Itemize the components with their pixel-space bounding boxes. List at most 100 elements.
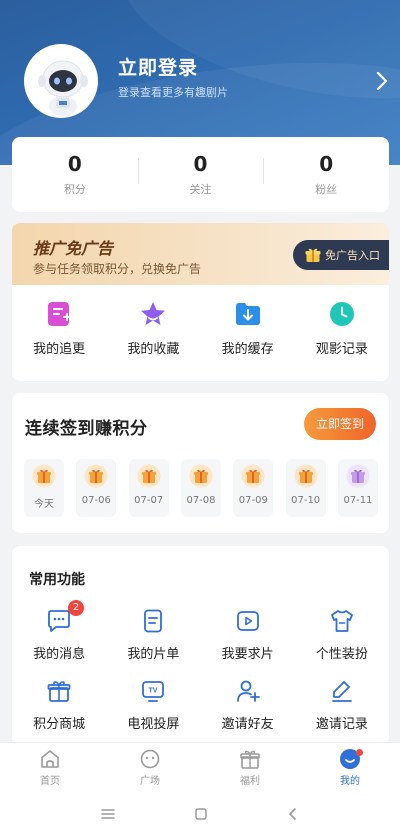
features-card: 常用功能 2 我的消息 我的片单 我要求片 个性装扮 积分商城 TV 电视投屏 … bbox=[12, 546, 389, 746]
stat-points[interactable]: 0 积分 bbox=[12, 152, 138, 197]
quick-label: 我的缓存 bbox=[221, 342, 274, 357]
stat-label: 粉丝 bbox=[315, 183, 338, 196]
feature-playlist[interactable]: 我的片单 bbox=[106, 608, 200, 662]
system-nav-bar bbox=[0, 792, 400, 835]
feature-invite-friends[interactable]: 邀请好友 bbox=[201, 678, 295, 732]
quick-label: 我的收藏 bbox=[127, 342, 180, 357]
feature-label: 我的消息 bbox=[33, 647, 86, 662]
signin-days: 今天 07-06 07-07 07-08 07-09 07-10 07-11 bbox=[24, 459, 378, 517]
tab-home[interactable]: 首页 bbox=[0, 743, 100, 792]
signin-day-label: 07-11 bbox=[343, 495, 373, 506]
quick-watch-history[interactable]: 观影记录 bbox=[295, 299, 389, 357]
gift-box-icon bbox=[47, 681, 71, 702]
tab-label: 福利 bbox=[240, 776, 260, 787]
home-icon bbox=[41, 750, 59, 768]
stat-fans[interactable]: 0 粉丝 bbox=[263, 152, 389, 197]
big-gift-icon bbox=[346, 464, 370, 488]
signin-day: 07-08 bbox=[180, 459, 221, 517]
signin-day: 07-10 bbox=[285, 459, 326, 517]
signin-day-label: 07-08 bbox=[186, 495, 216, 506]
quick-favorites[interactable]: 我的收藏 bbox=[106, 299, 200, 357]
edit-record-icon bbox=[331, 681, 352, 702]
quick-label: 观影记录 bbox=[315, 342, 368, 357]
playlist-icon bbox=[144, 609, 163, 633]
signin-title: 连续签到赚积分 bbox=[25, 419, 148, 439]
promo-title: 推广免广告 bbox=[33, 239, 114, 258]
signin-day-label: 今天 bbox=[34, 499, 54, 510]
follow-updates-icon bbox=[48, 302, 72, 326]
login-subtitle: 登录查看更多有趣剧片 bbox=[118, 86, 228, 99]
signin-day-label: 07-10 bbox=[291, 495, 321, 506]
tab-profile[interactable]: 我的 bbox=[300, 743, 400, 792]
request-video-icon bbox=[236, 611, 259, 631]
signin-day: 今天 bbox=[24, 459, 64, 517]
gift-icon bbox=[240, 750, 260, 769]
stat-label: 关注 bbox=[189, 183, 212, 196]
promo-banner[interactable]: 推广免广告 参与任务领取积分，兑换免广告 免广告入口 bbox=[12, 223, 389, 285]
quick-actions-card: 推广免广告 参与任务领取积分，兑换免广告 免广告入口 我的追更 我的收藏 我的缓… bbox=[12, 223, 389, 381]
signin-day-label: 07-09 bbox=[238, 495, 268, 506]
tab-label: 首页 bbox=[40, 776, 60, 787]
quick-follow-updates[interactable]: 我的追更 bbox=[12, 299, 106, 357]
promo-subtitle: 参与任务领取积分，兑换免广告 bbox=[33, 262, 202, 276]
gift-icon bbox=[294, 464, 318, 488]
signin-button[interactable]: 立即签到 bbox=[304, 408, 376, 440]
signin-day: 07-09 bbox=[233, 459, 274, 517]
plaza-icon bbox=[140, 749, 160, 769]
feature-label: 邀请好友 bbox=[221, 717, 274, 732]
gift-icon bbox=[305, 248, 321, 262]
feature-dress-up[interactable]: 个性装扮 bbox=[295, 608, 389, 662]
login-title[interactable]: 立即登录 bbox=[118, 53, 198, 80]
back-icon[interactable] bbox=[286, 807, 300, 821]
feature-invite-records[interactable]: 邀请记录 bbox=[295, 678, 389, 732]
stat-value: 0 bbox=[67, 152, 82, 176]
star-icon bbox=[141, 302, 166, 325]
stat-value: 0 bbox=[319, 152, 334, 176]
gift-icon bbox=[84, 464, 108, 488]
home-square-icon[interactable] bbox=[194, 807, 208, 821]
signin-day: 07-06 bbox=[76, 459, 117, 517]
feature-tv-cast[interactable]: TV 电视投屏 bbox=[106, 678, 200, 732]
feature-label: 邀请记录 bbox=[315, 717, 368, 732]
signin-card: 连续签到赚积分 立即签到 今天 07-06 07-07 07-08 07-09 07-10… bbox=[12, 393, 389, 533]
feature-messages[interactable]: 2 我的消息 bbox=[12, 600, 106, 662]
gift-icon bbox=[189, 464, 213, 488]
avatar[interactable] bbox=[24, 44, 98, 118]
tab-welfare[interactable]: 福利 bbox=[200, 743, 300, 792]
shirt-icon bbox=[330, 610, 353, 632]
menu-icon[interactable] bbox=[100, 807, 116, 821]
feature-request-video[interactable]: 我要求片 bbox=[201, 608, 295, 662]
unread-badge: 2 bbox=[68, 600, 84, 616]
stat-value: 0 bbox=[193, 152, 208, 176]
stats-card: 0 积分 0 关注 0 粉丝 bbox=[12, 137, 389, 212]
feature-label: 电视投屏 bbox=[127, 717, 180, 732]
signin-day-label: 07-07 bbox=[134, 495, 164, 506]
download-icon bbox=[235, 303, 260, 325]
signin-day-label: 07-06 bbox=[81, 495, 111, 506]
feature-points-mall[interactable]: 积分商城 bbox=[12, 678, 106, 732]
signin-day: 07-07 bbox=[128, 459, 169, 517]
quick-label: 我的追更 bbox=[33, 342, 86, 357]
tv-icon: TV bbox=[142, 681, 165, 702]
stat-following[interactable]: 0 关注 bbox=[137, 152, 264, 197]
feature-label: 积分商城 bbox=[33, 717, 86, 732]
quick-cache[interactable]: 我的缓存 bbox=[201, 299, 295, 357]
chevron-right-icon[interactable] bbox=[374, 70, 390, 92]
gift-icon bbox=[241, 464, 265, 488]
feature-label: 个性装扮 bbox=[315, 647, 368, 662]
gift-icon bbox=[32, 464, 56, 488]
signin-day: 07-11 bbox=[337, 459, 378, 517]
ad-free-entry-label: 免广告入口 bbox=[325, 249, 380, 262]
svg-text:TV: TV bbox=[149, 688, 158, 695]
feature-label: 我要求片 bbox=[221, 647, 274, 662]
bottom-tab-bar: 首页 广场 福利 我的 bbox=[0, 742, 400, 792]
ad-free-entry-button[interactable]: 免广告入口 bbox=[293, 240, 389, 270]
tab-label: 我的 bbox=[340, 776, 360, 787]
features-title: 常用功能 bbox=[29, 572, 85, 588]
stat-label: 积分 bbox=[63, 183, 86, 196]
add-user-icon bbox=[236, 680, 260, 702]
notification-dot bbox=[356, 749, 363, 756]
tab-plaza[interactable]: 广场 bbox=[100, 743, 200, 792]
clock-icon bbox=[329, 302, 354, 326]
tab-label: 广场 bbox=[140, 776, 160, 787]
